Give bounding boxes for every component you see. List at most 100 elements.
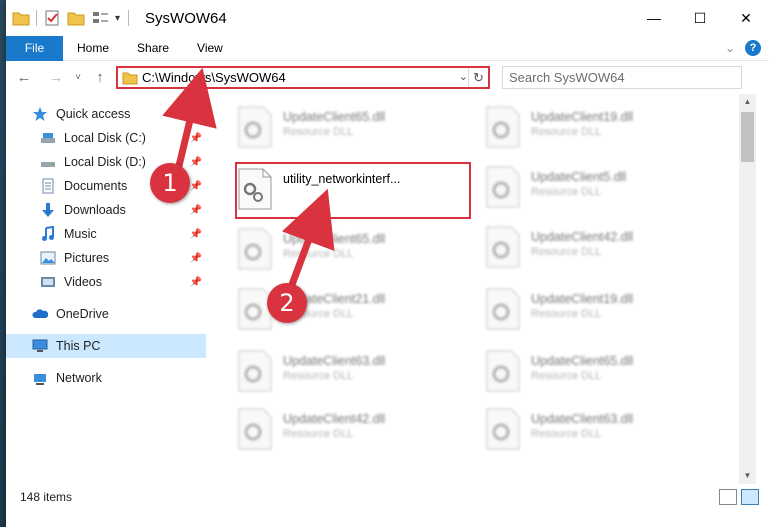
music-icon — [40, 225, 56, 242]
nav-onedrive[interactable]: OneDrive — [6, 302, 206, 326]
customize-icon[interactable] — [91, 9, 109, 27]
tab-share[interactable]: Share — [123, 36, 183, 61]
qat-dropdown-icon[interactable]: ▾ — [115, 13, 120, 24]
dll-file-icon — [237, 350, 273, 392]
step-1-badge: 1 — [150, 163, 190, 203]
nav-this-pc[interactable]: This PC — [6, 334, 206, 358]
nav-pictures[interactable]: Pictures 📌 — [6, 246, 206, 270]
maximize-button[interactable]: ☐ — [677, 0, 723, 36]
back-button[interactable]: ← — [14, 68, 34, 88]
tab-home[interactable]: Home — [63, 36, 123, 61]
file-type: Resource DLL — [531, 126, 602, 138]
dll-file-icon — [237, 228, 273, 270]
file-item[interactable]: UpdateClient42.dll Resource DLL — [479, 220, 711, 276]
quick-access-toolbar: ▾ — [12, 0, 120, 36]
file-item[interactable]: UpdateClient42.dll Resource DLL — [231, 402, 463, 458]
network-icon — [32, 370, 48, 386]
file-item[interactable]: UpdateClient5.dll Resource DLL — [479, 160, 711, 216]
tiles-view-icon[interactable] — [741, 489, 759, 505]
properties-icon[interactable] — [43, 9, 61, 27]
window-controls: — ☐ ✕ — [631, 0, 769, 36]
documents-icon — [40, 178, 56, 194]
pin-icon[interactable]: 📌 — [190, 277, 202, 288]
nav-label: Downloads — [64, 203, 126, 217]
window-title: SysWOW64 — [145, 9, 227, 27]
file-highlight-box — [235, 162, 471, 219]
ribbon-right: ⌄ ? — [725, 40, 761, 56]
nav-label: Local Disk (D:) — [64, 155, 146, 169]
recent-locations-button[interactable]: ˅ — [68, 68, 88, 88]
nav-videos[interactable]: Videos 📌 — [6, 270, 206, 294]
explorer-window: ▾ SysWOW64 — ☐ ✕ File Home Share View ⌄ … — [6, 0, 769, 527]
nav-local-disk-c[interactable]: Local Disk (C:) 📌 — [6, 126, 206, 150]
up-button[interactable]: ↑ — [90, 68, 110, 88]
nav-music[interactable]: Music 📌 — [6, 222, 206, 246]
file-type: Resource DLL — [283, 370, 354, 382]
ribbon-tabs: File Home Share View ⌄ ? — [6, 35, 769, 61]
file-item[interactable]: UpdateClient65.dll Resource DLL — [231, 222, 463, 278]
file-item[interactable]: UpdateClient19.dll Resource DLL — [479, 282, 711, 338]
folder-icon — [122, 71, 138, 85]
search-input[interactable]: Search SysWOW64 — [502, 66, 742, 89]
file-name: UpdateClient65.dll — [283, 110, 386, 124]
details-view-icon[interactable] — [719, 489, 737, 505]
nav-label: Documents — [64, 179, 128, 193]
scroll-down-icon[interactable]: ▼ — [739, 468, 756, 484]
nav-network[interactable]: Network — [6, 366, 206, 390]
pin-icon[interactable]: 📌 — [190, 157, 202, 168]
item-count: 148 items — [20, 490, 73, 504]
view-toggles — [715, 489, 759, 505]
file-name: UpdateClient65.dll — [283, 232, 386, 246]
drive-icon — [40, 130, 56, 146]
file-item[interactable]: UpdateClient19.dll Resource DLL — [479, 100, 711, 156]
scroll-thumb[interactable] — [741, 112, 754, 162]
tab-view[interactable]: View — [183, 36, 237, 61]
file-item[interactable]: UpdateClient65.dll Resource DLL — [479, 344, 711, 400]
forward-button[interactable]: → — [46, 68, 66, 88]
pin-icon[interactable]: 📌 — [190, 205, 202, 216]
address-path: C:\Windows\SysWOW64 — [142, 70, 286, 85]
pin-icon[interactable]: 📌 — [190, 133, 202, 144]
nav-label: Quick access — [56, 107, 131, 121]
dll-file-icon — [485, 106, 521, 148]
file-name: UpdateClient19.dll — [531, 292, 634, 306]
file-type: Resource DLL — [531, 246, 602, 258]
scroll-up-icon[interactable]: ▲ — [739, 94, 756, 110]
nav-quick-access[interactable]: Quick access — [6, 102, 206, 126]
file-type: Resource DLL — [531, 186, 602, 198]
nav-label: Music — [64, 227, 97, 241]
file-item[interactable]: UpdateClient63.dll Resource DLL — [479, 402, 711, 458]
expand-ribbon-icon[interactable]: ⌄ — [725, 41, 735, 55]
minimize-button[interactable]: — — [631, 0, 677, 36]
pin-icon[interactable]: 📌 — [190, 253, 202, 264]
pin-icon[interactable]: 📌 — [190, 229, 202, 240]
pin-icon[interactable]: 📌 — [190, 181, 202, 192]
help-icon[interactable]: ? — [745, 40, 761, 56]
nav-label: Local Disk (C:) — [64, 131, 146, 145]
file-type: Resource DLL — [283, 126, 354, 138]
new-folder-icon[interactable] — [67, 9, 85, 27]
file-name: UpdateClient19.dll — [531, 110, 634, 124]
dll-file-icon — [485, 166, 521, 208]
tab-file[interactable]: File — [6, 35, 63, 61]
file-item[interactable]: UpdateClient65.dll Resource DLL — [231, 100, 463, 156]
star-icon — [32, 106, 48, 122]
refresh-icon[interactable]: ↻ — [468, 68, 488, 87]
nav-label: OneDrive — [56, 307, 109, 321]
close-button[interactable]: ✕ — [723, 0, 769, 36]
dll-file-icon — [485, 288, 521, 330]
toolbar-separator — [36, 10, 37, 26]
address-dropdown-icon[interactable]: ⌄ — [459, 70, 468, 83]
file-item[interactable]: UpdateClient21.dll Resource DLL — [231, 282, 463, 338]
address-bar[interactable]: C:\Windows\SysWOW64 ⌄ ↻ — [116, 66, 490, 89]
dll-file-icon — [485, 226, 521, 268]
address-row: ← → ˅ ↑ C:\Windows\SysWOW64 ⌄ ↻ Search S… — [6, 61, 769, 94]
file-item[interactable]: UpdateClient63.dll Resource DLL — [231, 344, 463, 400]
onedrive-icon — [32, 306, 49, 322]
file-type: Resource DLL — [531, 428, 602, 440]
vertical-scrollbar[interactable]: ▲ ▼ — [739, 94, 756, 484]
file-name: UpdateClient5.dll — [531, 170, 627, 184]
navigation-pane: Quick access Local Disk (C:) 📌 Local Dis… — [6, 94, 206, 484]
nav-label: Pictures — [64, 251, 110, 265]
folder-icon[interactable] — [12, 9, 30, 27]
